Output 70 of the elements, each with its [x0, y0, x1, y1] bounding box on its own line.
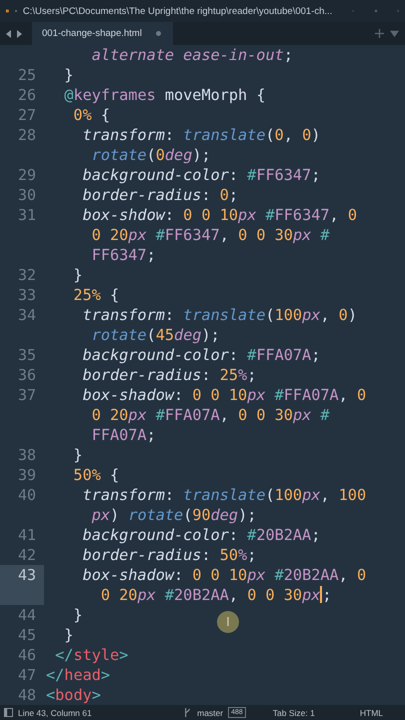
line-number: 43 [16, 565, 36, 585]
line-number: 32 [16, 265, 36, 285]
line-number: 46 [16, 645, 36, 665]
line-number: 30 [16, 185, 36, 205]
line-number: 28 [16, 125, 36, 145]
line-number: 35 [16, 345, 36, 365]
code-line: box-shdow: 0 0 10px #FF6347, 0 [82, 205, 357, 225]
panel-icon[interactable] [4, 708, 13, 717]
code-line: box-shadow: 0 0 10px #20B2AA, 0 [82, 565, 366, 585]
cursor-position: Line 43, Column 61 [18, 708, 92, 718]
tab-size[interactable]: Tab Size: 1 [272, 708, 315, 718]
plus-icon[interactable] [375, 29, 384, 38]
code-line: } [72, 445, 83, 465]
code-line: transform: translate(100px, 0) [82, 305, 357, 325]
line-number: 26 [16, 85, 36, 105]
line-number: 39 [16, 465, 36, 485]
caret-icon[interactable] [390, 29, 399, 38]
line-number: 25 [16, 65, 36, 85]
code-line: FF6347; [90, 245, 156, 265]
line-number: 36 [16, 365, 36, 385]
branch-name[interactable]: master [197, 708, 224, 718]
line-number: 41 [16, 525, 36, 545]
code-line: transform: translate(100px, 100 [82, 485, 366, 505]
line-number: 29 [16, 165, 36, 185]
line-number: 33 [16, 285, 36, 305]
code-line: </style> [54, 645, 128, 665]
window-title: C:\Users\PC\Documents\The Upright\the rightup\reader\youtube\001-ch... [22, 6, 332, 16]
line-number: 40 [16, 485, 36, 505]
file-tab[interactable]: 001-change-shape.html [32, 22, 173, 45]
code-line: } [72, 605, 83, 625]
line-number: 47 [16, 665, 36, 685]
branch-icon [183, 708, 192, 717]
forward-arrow-icon[interactable] [16, 30, 22, 38]
back-arrow-icon[interactable] [6, 30, 12, 38]
code-line: alternate ease-in-out; [90, 45, 293, 65]
line-number: 48 [16, 685, 36, 705]
code-line: box-shadow: 0 0 10px #FFA07A, 0 [82, 385, 366, 405]
code-line: FFA07A; [90, 425, 156, 445]
code-line: } [63, 65, 74, 85]
code-line: background-color: #20B2AA; [82, 525, 320, 545]
code-line: rotate(45deg); [90, 325, 220, 345]
code-line: 0 20px #FF6347, 0 0 30px # [90, 225, 330, 245]
line-number: 45 [16, 625, 36, 645]
code-line: px) rotate(90deg); [90, 505, 256, 525]
code-line: 25% { [72, 285, 120, 305]
code-line: 0 20px #FFA07A, 0 0 30px # [90, 405, 330, 425]
code-line: 50% { [72, 465, 120, 485]
line-number: 38 [16, 445, 36, 465]
code-line: 0 20px #20B2AA, 0 0 30px; [100, 585, 332, 605]
mouse-pointer-icon [217, 611, 239, 633]
code-line: 0% { [72, 105, 110, 125]
line-number: 42 [16, 545, 36, 565]
code-line: transform: translate(0, 0) [82, 125, 320, 145]
code-line: rotate(0deg); [90, 145, 211, 165]
line-number: 27 [16, 105, 36, 125]
code-line: background-color: #FF6347; [82, 165, 320, 185]
code-line: border-radius: 0; [82, 185, 238, 205]
code-line: background-color: #FFA07A; [82, 345, 320, 365]
code-line: } [72, 265, 83, 285]
line-number: 31 [16, 205, 36, 225]
line-number: 44 [16, 605, 36, 625]
syntax-mode[interactable]: HTML [360, 708, 383, 718]
code-line: border-radius: 50%; [82, 545, 256, 565]
code-line: } [63, 625, 74, 645]
code-line: <body> [45, 685, 101, 705]
code-line: </head> [45, 665, 110, 685]
code-line: @keyframes moveMorph { [63, 85, 266, 105]
line-number: 37 [16, 385, 36, 405]
code-line: border-radius: 25%; [82, 365, 256, 385]
line-number: 34 [16, 305, 36, 325]
